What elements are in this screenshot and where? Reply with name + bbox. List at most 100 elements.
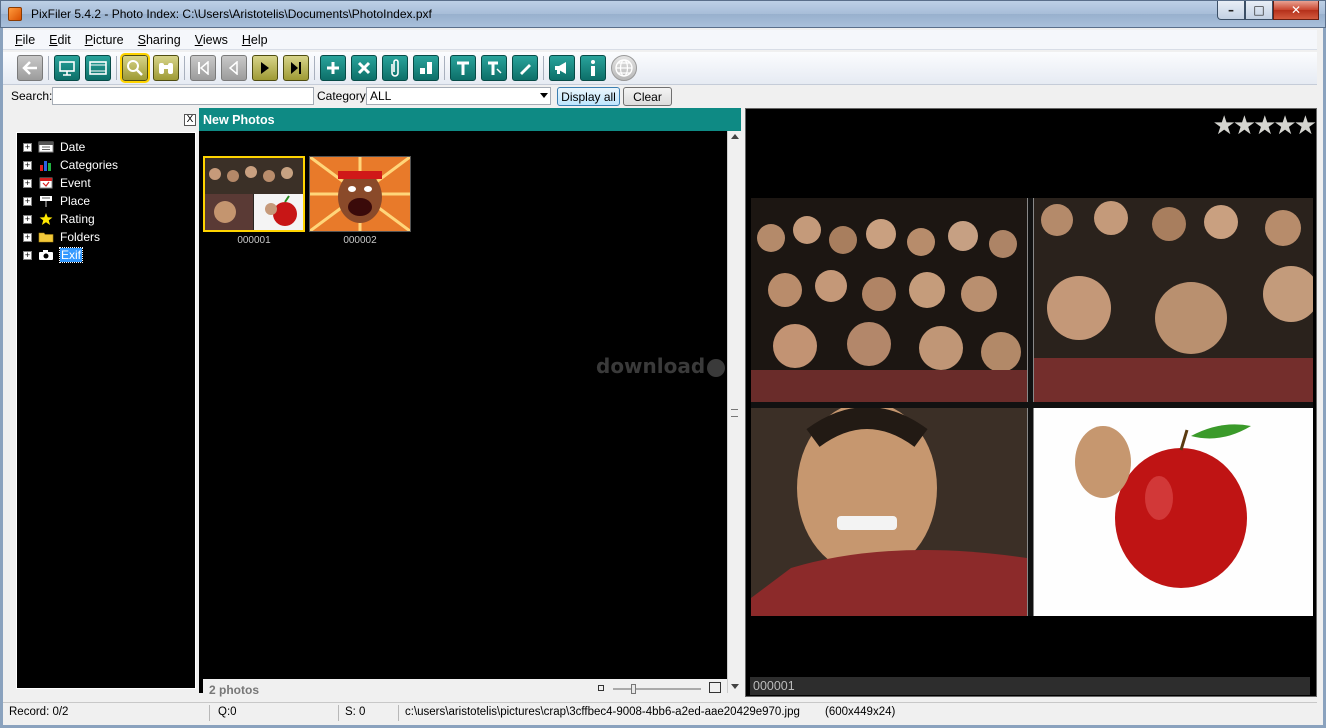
clear-button[interactable]: Clear — [623, 87, 672, 106]
status-s: S: 0 — [345, 706, 366, 718]
toolbar — [3, 52, 1317, 85]
category-value: ALL — [370, 89, 392, 103]
thumbnail-image — [309, 155, 411, 233]
zoom-slider[interactable] — [613, 684, 701, 694]
toolbar-separator — [184, 56, 185, 80]
search-input[interactable] — [52, 87, 314, 105]
menu-views[interactable]: Views — [188, 30, 235, 49]
tree-item-place[interactable]: + Place — [23, 193, 90, 209]
status-q: Q:0 — [218, 706, 237, 718]
status-dimensions: (600x449x24) — [825, 706, 896, 718]
first-icon[interactable] — [190, 55, 216, 81]
watermark: download — [596, 354, 726, 378]
text-icon[interactable] — [450, 55, 476, 81]
thumbnail-000001[interactable] — [203, 156, 305, 232]
expand-icon[interactable]: + — [23, 196, 32, 206]
zoom-slider-thumb[interactable] — [631, 684, 636, 694]
status-separator — [398, 705, 399, 721]
toolbar-separator — [543, 56, 544, 80]
add-icon[interactable] — [320, 55, 346, 81]
camera-icon — [39, 250, 53, 260]
tree-item-event[interactable]: + Event — [23, 175, 91, 191]
clip-icon[interactable] — [382, 55, 408, 81]
last-icon[interactable] — [283, 55, 309, 81]
preview-image — [751, 198, 1313, 616]
gallery-scrollbar[interactable] — [727, 131, 741, 693]
status-separator — [209, 705, 210, 721]
app-window: File Edit Picture Sharing Views Help Sea… — [3, 28, 1323, 725]
previous-icon[interactable] — [221, 55, 247, 81]
tree-item-categories[interactable]: + Categories — [23, 157, 118, 173]
thumbnail-image — [205, 158, 303, 230]
photo-gallery: New Photos 000001 000002 download 2 phot… — [199, 108, 741, 699]
toolbar-separator — [444, 56, 445, 80]
status-path: c:\users\aristotelis\pictures\crap\3cffb… — [405, 706, 800, 718]
star-icon — [39, 213, 53, 225]
thumbnail-000002[interactable] — [309, 155, 411, 233]
folder-icon — [38, 232, 54, 243]
category-tree: + Date + Categories + Event + Place + Ra… — [16, 132, 196, 689]
toolbar-separator — [48, 56, 49, 80]
edit-icon[interactable] — [512, 55, 538, 81]
close-icon[interactable]: X — [184, 114, 196, 126]
rating-stars[interactable]: ★★★★★ — [1212, 111, 1317, 141]
menu-edit[interactable]: Edit — [42, 30, 78, 49]
thumbnail-caption: 000001 — [237, 235, 271, 246]
globe-icon[interactable] — [611, 55, 637, 81]
tree-item-exif[interactable]: + Exif — [23, 247, 84, 263]
back-icon[interactable] — [17, 55, 43, 81]
category-label: Category: — [317, 89, 370, 103]
search-label: Search: — [11, 89, 53, 103]
gallery-title: New Photos — [199, 108, 741, 131]
scroll-up-icon[interactable] — [731, 134, 739, 139]
menu-file[interactable]: File — [8, 30, 42, 49]
filmstrip-icon[interactable] — [85, 55, 111, 81]
maximize-button[interactable]: □ — [1245, 1, 1273, 20]
preview-caption: 000001 — [750, 677, 1310, 695]
display-all-button[interactable]: Display all — [557, 87, 620, 106]
search-bar: Search: Category: ALL Display all Clear — [3, 86, 1317, 106]
preview-panel: ★★★★★ 000001 — [745, 108, 1317, 697]
slideshow-icon[interactable] — [54, 55, 80, 81]
toolbar-separator — [314, 56, 315, 80]
next-icon[interactable] — [252, 55, 278, 81]
delete-icon[interactable] — [351, 55, 377, 81]
minimize-button[interactable]: – — [1217, 1, 1245, 20]
scroll-down-icon[interactable] — [731, 684, 739, 689]
expand-icon[interactable]: + — [23, 142, 32, 152]
expand-icon[interactable]: + — [23, 160, 32, 170]
menu-picture[interactable]: Picture — [78, 30, 131, 49]
menu-sharing[interactable]: Sharing — [131, 30, 188, 49]
title-bar: PixFiler 5.4.2 - Photo Index: C:\Users\A… — [0, 0, 1326, 28]
gallery-footer: 2 photos — [203, 679, 727, 699]
search-icon[interactable] — [120, 53, 150, 83]
menu-help[interactable]: Help — [235, 30, 275, 49]
event-icon — [39, 177, 53, 189]
info-icon[interactable] — [580, 55, 606, 81]
large-thumb-icon — [709, 682, 721, 693]
expand-icon[interactable]: + — [23, 232, 32, 242]
calendar-icon — [38, 141, 54, 153]
tree-item-date[interactable]: + Date — [23, 139, 85, 155]
tree-panel: X + Date + Categories + Event + Place + … — [10, 108, 196, 693]
close-button[interactable]: ✕ — [1273, 1, 1319, 20]
expand-icon[interactable]: + — [23, 214, 32, 224]
chevron-down-icon — [540, 93, 548, 98]
expand-icon[interactable]: + — [23, 178, 32, 188]
tree-item-folders[interactable]: + Folders — [23, 229, 100, 245]
expand-icon[interactable]: + — [23, 250, 32, 260]
place-icon — [40, 196, 52, 207]
tree-item-rating[interactable]: + Rating — [23, 211, 95, 227]
scroll-grip-icon[interactable] — [731, 409, 738, 417]
announce-icon[interactable] — [549, 55, 575, 81]
binoculars-icon[interactable] — [153, 55, 179, 81]
window-title: PixFiler 5.4.2 - Photo Index: C:\Users\A… — [31, 7, 432, 21]
window-controls: – □ ✕ — [1217, 1, 1319, 21]
menu-bar: File Edit Picture Sharing Views Help — [3, 30, 1317, 50]
status-separator — [338, 705, 339, 721]
text-edit-icon[interactable] — [481, 55, 507, 81]
photo-count: 2 photos — [209, 683, 259, 697]
split-icon[interactable] — [413, 55, 439, 81]
small-thumb-icon — [598, 685, 604, 691]
category-select[interactable]: ALL — [366, 87, 551, 105]
